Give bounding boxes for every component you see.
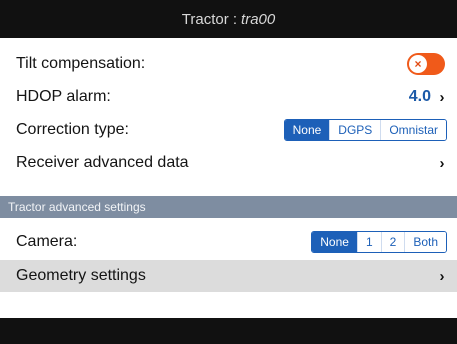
receiver-advanced-data-row[interactable]: Receiver advanced data › [0, 147, 457, 179]
camera-option-2[interactable]: 2 [380, 232, 405, 252]
camera-label: Camera: [16, 233, 78, 250]
tractor-name: tra00 [241, 10, 276, 28]
section-header: Tractor advanced settings [0, 196, 457, 218]
hdop-alarm-row[interactable]: HDOP alarm: 4.0 › [0, 81, 457, 113]
page-title: Tractor : [181, 10, 238, 28]
chevron-right-icon: › [439, 267, 445, 285]
tilt-compensation-label: Tilt compensation: [16, 55, 146, 72]
correction-option-none[interactable]: None [284, 120, 330, 140]
geometry-settings-label: Geometry settings [16, 267, 146, 284]
camera-row: Camera: None 1 2 Both [0, 226, 457, 258]
correction-option-omnistar[interactable]: Omnistar [380, 120, 446, 140]
bottom-bar [0, 318, 457, 344]
chevron-right-icon: › [439, 154, 445, 172]
correction-type-selector: None DGPS Omnistar [283, 119, 447, 141]
hdop-alarm-label: HDOP alarm: [16, 88, 111, 105]
tilt-compensation-toggle[interactable]: × [407, 53, 445, 75]
geometry-settings-row[interactable]: Geometry settings › [0, 260, 457, 292]
close-icon: × [409, 55, 427, 73]
correction-type-row: Correction type: None DGPS Omnistar [0, 114, 457, 146]
title-gap [0, 38, 457, 41]
receiver-advanced-data-label: Receiver advanced data [16, 154, 189, 171]
camera-option-1[interactable]: 1 [356, 232, 381, 252]
camera-selector: None 1 2 Both [311, 231, 447, 253]
camera-option-both[interactable]: Both [404, 232, 446, 252]
section-title: Tractor advanced settings [8, 200, 146, 214]
camera-option-none[interactable]: None [312, 232, 357, 252]
title-bar: Tractor : tra00 [0, 0, 457, 38]
correction-option-dgps[interactable]: DGPS [329, 120, 381, 140]
correction-type-label: Correction type: [16, 121, 129, 138]
chevron-right-icon: › [439, 88, 445, 106]
hdop-alarm-value: 4.0 [408, 88, 431, 105]
tilt-compensation-row: Tilt compensation: × [0, 48, 457, 80]
